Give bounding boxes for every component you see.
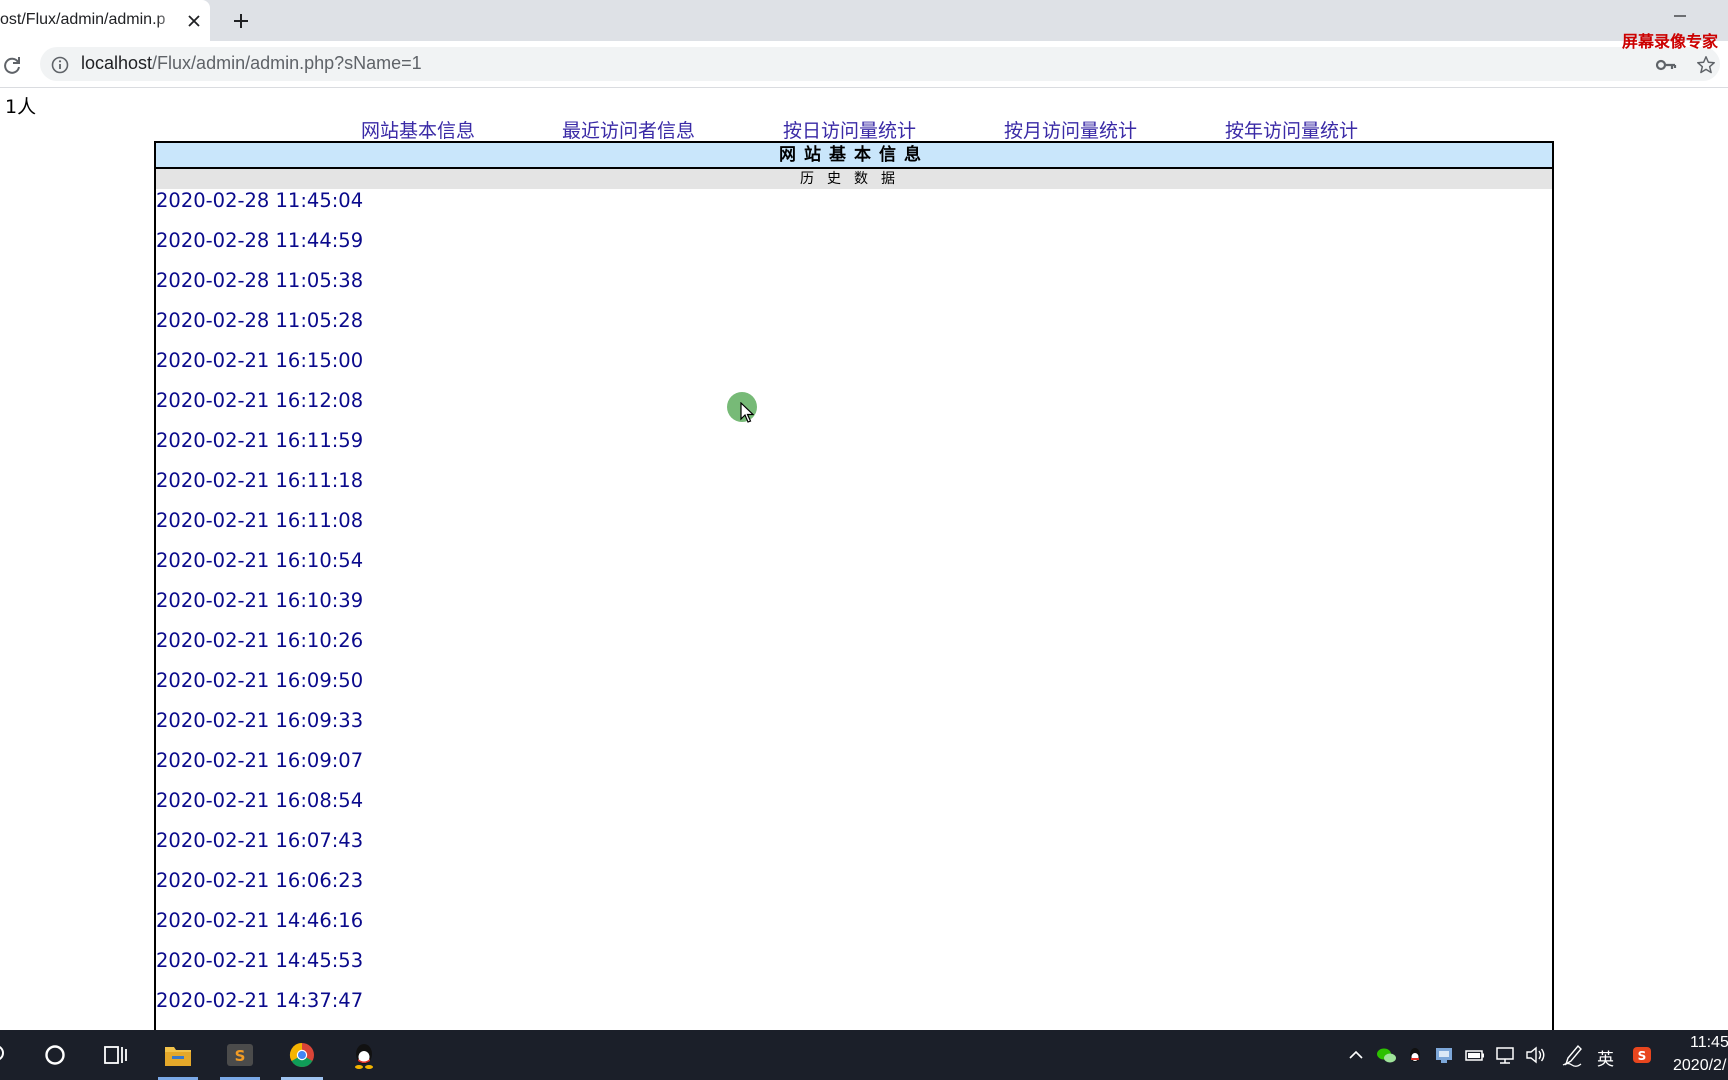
nav-recent-visitors[interactable]: 最近访问者信息 [562,116,695,143]
clock-date[interactable]: 2020/2/ [1673,1057,1726,1075]
sogou-input-icon[interactable]: S [1630,1040,1654,1070]
history-entry: 2020-02-21 16:10:54 [156,549,364,572]
site-info-panel: 网站基本信息 历史数据 2020-02-28 11:45:04 2020-02-2… [154,141,1554,1041]
history-entry: 2020-02-28 11:05:28 [156,309,364,332]
file-explorer-icon[interactable] [162,1040,194,1070]
nav-yearly-stats[interactable]: 按年访问量统计 [1225,116,1358,143]
history-entry: 2020-02-21 16:11:08 [156,509,364,532]
history-entry: 2020-02-21 16:09:07 [156,749,364,772]
site-info-icon[interactable] [50,55,70,75]
network-icon[interactable] [1493,1040,1517,1070]
battery-icon[interactable] [1463,1040,1487,1070]
qq-tray-icon[interactable] [1404,1040,1426,1070]
nav-daily-stats[interactable]: 按日访问量统计 [783,116,916,143]
history-entry: 2020-02-21 16:06:23 [156,869,364,892]
history-entry: 2020-02-28 11:45:04 [156,189,364,212]
svg-text:S: S [235,1047,246,1065]
url-path: /Flux/admin/admin.php?sName=1 [152,53,422,73]
qq-icon[interactable] [348,1040,380,1070]
cortana-icon[interactable] [40,1040,70,1070]
nav-site-basic-info[interactable]: 网站基本信息 [361,116,475,143]
history-entry: 2020-02-21 16:11:59 [156,429,364,452]
browser-toolbar: localhost/Flux/admin/admin.php?sName=1 [0,41,1728,88]
history-entry: 2020-02-21 16:15:00 [156,349,364,372]
history-entry: 2020-02-28 11:05:38 [156,269,364,292]
key-icon[interactable] [1655,55,1677,75]
search-icon[interactable] [0,1040,10,1070]
task-view-icon[interactable] [100,1040,130,1070]
history-entry: 2020-02-21 16:07:43 [156,829,364,852]
tray-expand-icon[interactable] [1346,1040,1366,1070]
nav-monthly-stats[interactable]: 按月访问量统计 [1004,116,1137,143]
mouse-pointer-icon [740,402,754,423]
recorder-watermark: 屏幕录像专家 [1622,32,1719,51]
new-tab-icon[interactable] [231,11,251,31]
bookmark-star-icon[interactable] [1695,54,1717,76]
panel-subtitle: 历史数据 [156,169,1552,189]
svg-text:S: S [1638,1049,1647,1063]
minimize-window-icon[interactable] [1670,6,1690,26]
ime-indicator[interactable]: 英 [1597,1045,1614,1070]
history-entry: 2020-02-28 11:44:59 [156,229,364,252]
history-entry: 2020-02-21 16:09:33 [156,709,364,732]
history-entry: 2020-02-21 16:09:50 [156,669,364,692]
taskbar: S 英 S 11:45 2020/2/ [0,1030,1728,1080]
reload-icon[interactable] [0,54,24,78]
panel-title: 网站基本信息 [156,143,1552,169]
history-entry: 2020-02-21 14:37:47 [156,989,364,1012]
history-entry: 2020-02-21 16:10:39 [156,589,364,612]
pen-icon[interactable] [1560,1040,1584,1070]
history-entry: 2020-02-21 16:12:08 [156,389,364,412]
close-tab-icon[interactable] [184,11,204,31]
chrome-icon[interactable] [286,1040,318,1070]
history-entry: 2020-02-21 16:10:26 [156,629,364,652]
browser-tab[interactable]: ost/Flux/admin/admin.p [0,0,210,41]
network-monitor-icon[interactable] [1433,1040,1457,1070]
history-entry: 2020-02-21 16:08:54 [156,789,364,812]
clock-time[interactable]: 11:45 [1690,1034,1728,1052]
volume-icon[interactable] [1523,1040,1547,1070]
browser-tab-strip: ost/Flux/admin/admin.p [0,0,1728,41]
history-entry: 2020-02-21 14:45:53 [156,949,364,972]
history-entry: 2020-02-21 14:46:16 [156,909,364,932]
wechat-icon[interactable] [1374,1040,1398,1070]
online-count: 1人 [5,96,37,118]
history-entry: 2020-02-21 16:11:18 [156,469,364,492]
sublime-text-icon[interactable]: S [224,1040,256,1070]
url-host: localhost [81,53,153,73]
tab-title: ost/Flux/admin/admin.p [0,11,166,28]
url-text[interactable]: localhost/Flux/admin/admin.php?sName=1 [81,53,422,74]
